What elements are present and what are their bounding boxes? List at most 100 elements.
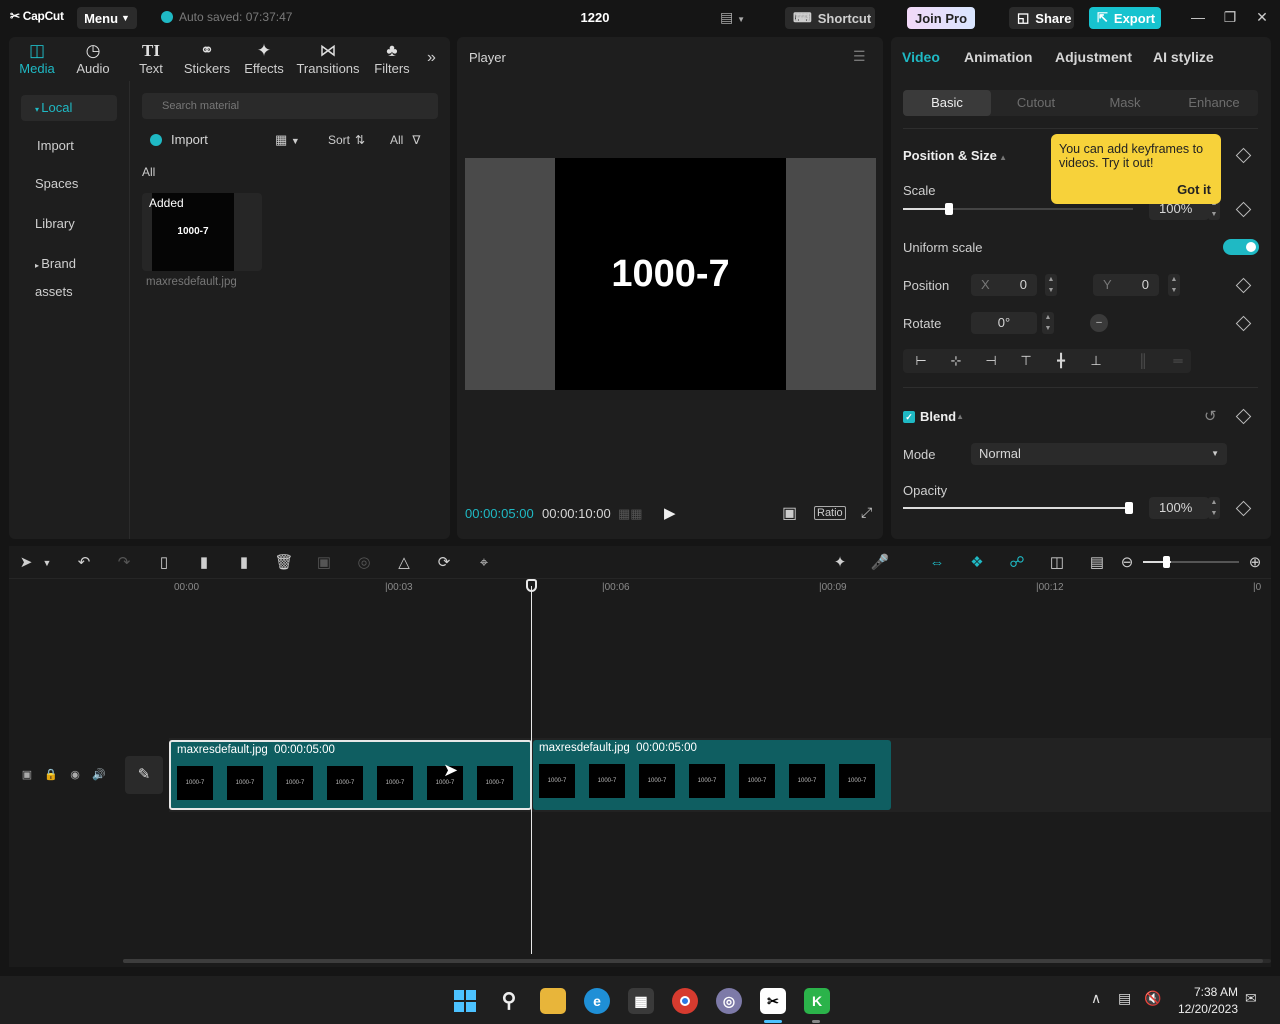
network-icon[interactable]: ▤	[1118, 990, 1131, 1007]
opacity-slider[interactable]	[903, 507, 1133, 509]
position-y-field[interactable]: Y0	[1093, 274, 1159, 296]
clock-time[interactable]: 7:38 AM	[1172, 985, 1238, 999]
split-icon[interactable]: ▯	[153, 554, 175, 572]
position-x-stepper[interactable]: ▲ ▼	[1045, 274, 1057, 296]
zoom-slider-handle[interactable]	[1163, 556, 1170, 568]
capcut-taskbar-icon[interactable]: ✂	[760, 988, 786, 1014]
file-explorer-icon[interactable]	[540, 988, 566, 1014]
select-tool-icon[interactable]: ➤	[15, 554, 37, 572]
lock-icon[interactable]: 🔒	[43, 768, 59, 781]
keyframe-icon[interactable]	[1235, 500, 1252, 517]
volume-mute-icon[interactable]: 🔇	[1144, 990, 1161, 1007]
tab-stickers[interactable]: ⚭ Stickers	[179, 41, 235, 79]
blend-mode-select[interactable]: Normal ▼	[971, 443, 1227, 465]
tab-audio[interactable]: ◷ Audio	[65, 41, 121, 79]
zoom-slider[interactable]	[1143, 561, 1239, 563]
rotate-field[interactable]: 0°	[971, 312, 1037, 334]
preview-axis-icon[interactable]: ◫	[1046, 554, 1068, 572]
player-menu-icon[interactable]: ☰	[853, 48, 866, 65]
playhead[interactable]	[531, 586, 532, 954]
share-button[interactable]: ◱ Share	[1009, 7, 1074, 29]
clock-date[interactable]: 12/20/2023	[1172, 1002, 1238, 1016]
keyframe-icon[interactable]	[1235, 408, 1252, 425]
split-right-icon[interactable]: ▮	[233, 554, 255, 572]
rotate-stepper[interactable]: ▲ ▼	[1042, 312, 1054, 334]
windows-start-icon[interactable]	[452, 988, 478, 1014]
search-input[interactable]: Search material	[142, 93, 438, 119]
align-center-v-icon[interactable]: ╋	[1047, 351, 1075, 371]
cover-icon[interactable]: ▣	[19, 768, 35, 781]
scale-slider[interactable]	[903, 208, 1133, 210]
uniform-scale-toggle[interactable]	[1223, 239, 1259, 255]
align-right-icon[interactable]: ⊣	[977, 351, 1005, 371]
microphone-icon[interactable]: 🎤	[869, 554, 891, 572]
chevron-down-icon[interactable]: ▼	[36, 554, 58, 572]
notification-icon[interactable]: ✉	[1245, 990, 1257, 1007]
tab-video[interactable]: Video	[902, 49, 940, 65]
chrome-icon[interactable]	[672, 988, 698, 1014]
sort-button[interactable]: Sort ⇅	[328, 133, 365, 147]
zoom-in-icon[interactable]: ⊕	[1244, 554, 1266, 572]
tab-adjustment[interactable]: Adjustment	[1055, 49, 1132, 65]
subtab-enhance[interactable]: Enhance	[1170, 90, 1258, 116]
timeline-clip[interactable]: maxresdefault.jpg 00:00:05:00 1000-7 100…	[169, 740, 532, 810]
layout-icon[interactable]: ▤ ▼	[720, 9, 745, 26]
volume-icon[interactable]: 🔊	[91, 768, 107, 781]
sidebar-item-library[interactable]: Library	[21, 211, 117, 237]
keyframe-icon[interactable]	[1235, 147, 1252, 164]
zoom-out-icon[interactable]: ⊖	[1116, 554, 1138, 572]
tab-effects[interactable]: ✦ Effects	[236, 41, 292, 79]
sidebar-item-local[interactable]: ▾ Local	[21, 95, 117, 121]
menu-button[interactable]: Menu ▼	[77, 7, 137, 29]
playhead-handle[interactable]	[526, 579, 537, 592]
undo-icon[interactable]: ↶	[73, 554, 95, 572]
fit-timeline-icon[interactable]: ▤	[1086, 554, 1108, 572]
filter-button[interactable]: All ∇	[390, 133, 420, 147]
view-mode-icon[interactable]: ▦ ▼	[275, 132, 300, 148]
opacity-stepper[interactable]: ▲ ▼	[1208, 497, 1220, 519]
maximize-icon[interactable]: ❐	[1220, 9, 1240, 26]
shortcut-button[interactable]: ⌨ Shortcut	[785, 7, 875, 29]
kinemaster-icon[interactable]: K	[804, 988, 830, 1014]
scale-slider-handle[interactable]	[945, 203, 953, 215]
opacity-slider-handle[interactable]	[1125, 502, 1133, 514]
opacity-value-field[interactable]: 100%	[1149, 497, 1209, 519]
align-top-icon[interactable]: ⊤	[1012, 351, 1040, 371]
fit-view-icon[interactable]: ▣	[782, 503, 797, 523]
export-button[interactable]: ⇱ Export	[1089, 7, 1161, 29]
edge-icon[interactable]: e	[584, 988, 610, 1014]
align-left-icon[interactable]: ⊢	[907, 351, 935, 371]
close-icon[interactable]: ✕	[1252, 9, 1272, 26]
store-icon[interactable]: ▦	[628, 988, 654, 1014]
ratio-button[interactable]: Ratio	[814, 506, 846, 520]
align-center-h-icon[interactable]: ⊹	[942, 351, 970, 371]
sidebar-item-brand-assets[interactable]: ▸ Brand assets	[21, 251, 117, 299]
import-button[interactable]: Import	[150, 132, 208, 147]
keyframe-icon[interactable]	[1235, 315, 1252, 332]
project-title[interactable]: 1220	[560, 10, 630, 25]
timeline-view-icon[interactable]: ▦▦	[618, 506, 643, 522]
media-thumbnail[interactable]: 1000-7 Added	[142, 193, 262, 271]
edit-cover-button[interactable]: ✎	[125, 756, 163, 794]
position-y-stepper[interactable]: ▲ ▼	[1168, 274, 1180, 296]
chevron-up-icon[interactable]: ∧	[1091, 990, 1101, 1007]
fullscreen-icon[interactable]: ⤢	[861, 504, 872, 521]
more-tabs-icon[interactable]: »	[427, 49, 436, 67]
main-track-magnet-icon[interactable]: ⇔	[926, 554, 948, 572]
timeline-clip[interactable]: maxresdefault.jpg 00:00:05:00 1000-7 100…	[533, 740, 891, 810]
split-left-icon[interactable]: ▮	[193, 554, 215, 572]
tab-text[interactable]: TI Text	[123, 41, 179, 79]
position-x-field[interactable]: X0	[971, 274, 1037, 296]
delete-icon[interactable]: 🗑	[273, 554, 295, 572]
keyframe-icon[interactable]	[1235, 201, 1252, 218]
tab-animation[interactable]: Animation	[964, 49, 1032, 65]
linkage-icon[interactable]: ☍	[1006, 554, 1028, 572]
tab-filters[interactable]: ♣ Filters	[364, 41, 420, 79]
blend-checkbox[interactable]: ✓	[903, 410, 915, 423]
crop-icon[interactable]: ⌖	[473, 554, 495, 572]
join-pro-button[interactable]: Join Pro	[907, 7, 975, 29]
play-icon[interactable]: ▶	[664, 504, 676, 522]
sidebar-item-spaces[interactable]: Spaces	[21, 171, 117, 197]
rotate-dial[interactable]: –	[1090, 314, 1108, 332]
tab-transitions[interactable]: ⋈ Transitions	[296, 41, 360, 79]
